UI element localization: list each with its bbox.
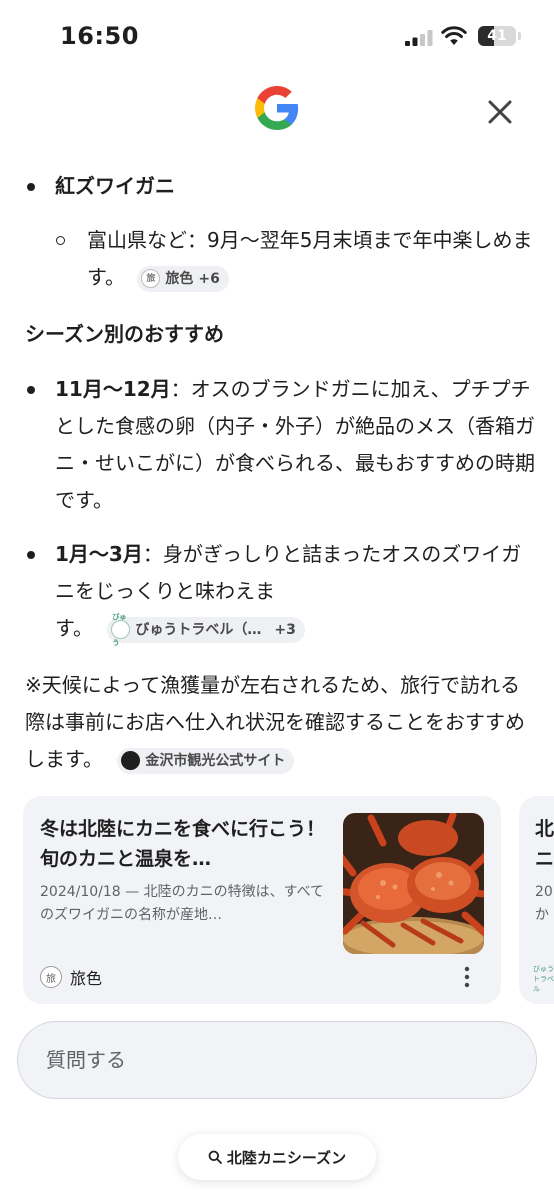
- sub-list-item: 富山県など：9月～翌年5月末頃まで年中楽しめます。 旅 旅色 +6: [25, 222, 535, 296]
- chip-count: +6: [198, 270, 220, 287]
- view-travel-logo-icon: びゅう: [111, 613, 131, 647]
- list-item: 1月～3月：身がぎっしりと詰まったオスのズワイガニをじっくりと味わえま す。 び…: [25, 536, 535, 647]
- battery-level-text: 41: [487, 28, 507, 44]
- search-suggestion-button[interactable]: 北陸カニシーズン: [178, 1134, 376, 1180]
- crab-image: [343, 813, 484, 954]
- section-heading: シーズン別のおすすめ: [25, 322, 224, 346]
- source-chip-kanazawa[interactable]: 金沢市観光公式サイト: [117, 747, 295, 774]
- ask-input-placeholder: 質問する: [46, 1048, 126, 1072]
- ask-input[interactable]: 質問する: [17, 1021, 537, 1099]
- tabiiro-logo-icon: 旅: [141, 269, 161, 288]
- search-icon: [208, 1150, 222, 1164]
- list-item-title: 11月～12月: [55, 377, 171, 401]
- battery-cap: [518, 32, 521, 40]
- cellular-signal-icon: [405, 30, 433, 46]
- card-title[interactable]: 北ニ: [535, 814, 554, 874]
- bullet-dot: [27, 183, 35, 191]
- battery-indicator: 41: [478, 26, 516, 46]
- list-item: 紅ズワイガニ: [25, 168, 535, 205]
- note-paragraph: ※天候によって漁獲量が左右されるため、旅行で訪れる際は事前にお店へ仕入れ状況を確…: [25, 667, 535, 778]
- card-snippet: 2024/10/18 — 北陸のカニの特徴は、すべてのズワイガニの名称が産地…: [40, 884, 325, 923]
- close-button[interactable]: [480, 92, 520, 132]
- card-source-label: 旅色: [70, 969, 103, 988]
- list-item-title: 1月～3月: [55, 542, 143, 566]
- kanazawa-logo-icon: [121, 751, 141, 770]
- source-chip-tabiiro[interactable]: 旅 旅色 +6: [137, 265, 229, 292]
- search-suggestion-label: 北陸カニシーズン: [226, 1148, 347, 1167]
- chip-label: 金沢市観光公式サイト: [145, 752, 286, 769]
- list-item: 11月～12月：オスのブランドガニに加え、プチプチとした食感の卵（内子・外子）が…: [25, 371, 535, 519]
- card-snippet: 20 か: [535, 884, 553, 923]
- chip-label: びゅうトラベル（…: [135, 621, 262, 638]
- status-bar: 16:50 41: [0, 0, 554, 74]
- more-options-icon[interactable]: [459, 966, 475, 988]
- view-travel-logo-icon: びゅう トラベル: [533, 965, 554, 993]
- sub-bullet-circle: [56, 236, 65, 245]
- bullet-dot: [27, 386, 35, 394]
- list-item-text-tail: す。: [55, 616, 93, 640]
- chip-label: 旅色: [165, 270, 194, 287]
- status-time: 16:50: [60, 22, 139, 50]
- chip-count: +3: [274, 621, 296, 638]
- result-card[interactable]: 冬は北陸にカニを食べに行こう！旬のカニと温泉を… 2024/10/18 — 北陸…: [23, 796, 501, 1004]
- result-card-next[interactable]: 北ニ 20 か びゅう トラベル: [519, 796, 554, 1004]
- bullet-dot: [27, 551, 35, 559]
- google-logo-icon: [255, 86, 299, 130]
- card-source[interactable]: 旅 旅色: [40, 965, 102, 989]
- list-item-title: 紅ズワイガニ: [55, 174, 175, 198]
- source-chip-view-travel[interactable]: びゅう びゅうトラベル（… +3: [107, 613, 305, 647]
- ai-answer: 紅ズワイガニ 富山県など：9月～翌年5月末頃まで年中楽しめます。 旅 旅色 +6…: [25, 165, 535, 778]
- crab-thumbnail[interactable]: [343, 813, 484, 954]
- tabiiro-logo-icon: 旅: [40, 966, 62, 988]
- wifi-icon: [441, 26, 467, 45]
- card-title[interactable]: 冬は北陸にカニを食べに行こう！旬のカニと温泉を…: [40, 814, 330, 874]
